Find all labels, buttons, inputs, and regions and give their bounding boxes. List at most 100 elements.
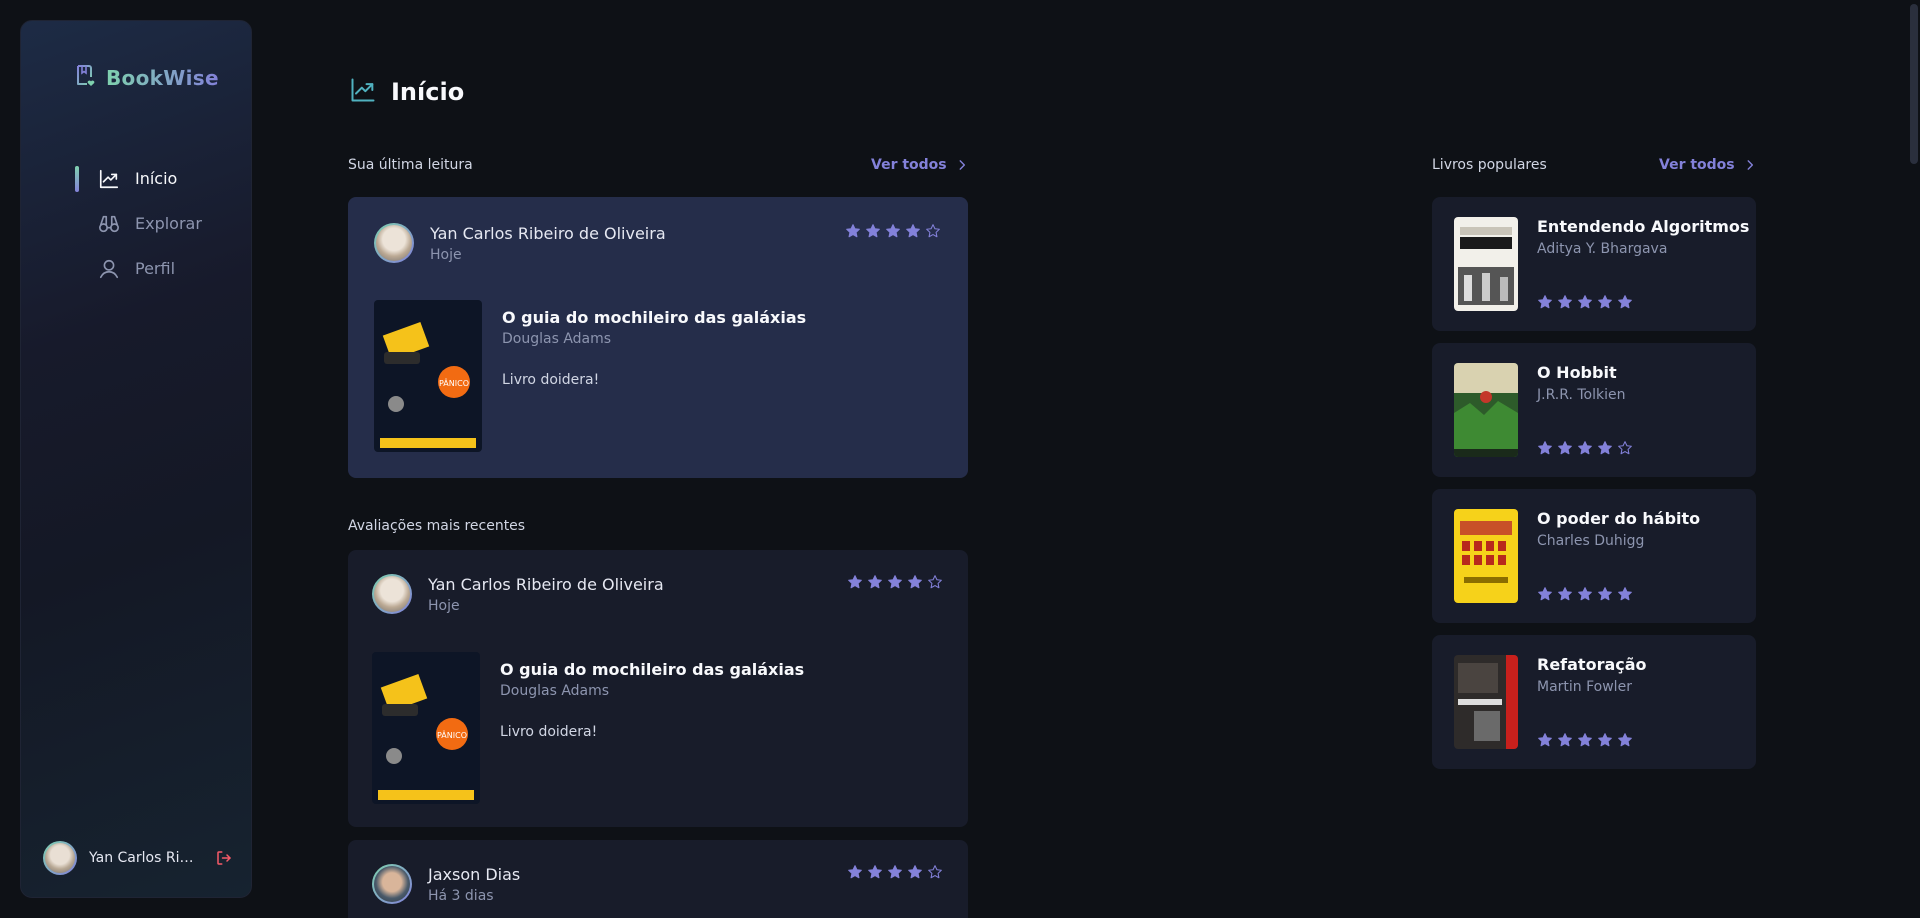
- logo[interactable]: BookWise: [74, 64, 219, 92]
- review-user-name: Yan Carlos Ribeiro de Oliveira: [428, 574, 664, 594]
- star-filled-icon: [1538, 295, 1552, 309]
- star-filled-icon: [848, 865, 862, 879]
- page-title: Início: [349, 76, 464, 108]
- star-filled-icon: [866, 224, 880, 238]
- star-filled-icon: [868, 865, 882, 879]
- review-card[interactable]: Yan Carlos Ribeiro de Oliveira Hoje PÂNI…: [348, 550, 968, 827]
- page-scrollbar[interactable]: [1908, 0, 1920, 918]
- star-filled-icon: [888, 575, 902, 589]
- star-filled-icon: [1578, 733, 1592, 747]
- book-cover-algoritmos: [1454, 217, 1518, 311]
- sidebar-item-inicio[interactable]: Início: [75, 156, 202, 201]
- rating-stars: [847, 574, 943, 590]
- star-filled-icon: [1618, 587, 1632, 601]
- sidebar-item-perfil[interactable]: Perfil: [75, 246, 202, 291]
- popular-book-card[interactable]: O poder do hábito Charles Duhigg: [1432, 489, 1756, 623]
- popular-books-label: Livros populares: [1432, 157, 1547, 173]
- svg-text:PÂNICO: PÂNICO: [439, 377, 469, 388]
- rating-stars: [1537, 732, 1633, 748]
- star-filled-icon: [886, 224, 900, 238]
- chart-line-up-icon: [349, 76, 377, 108]
- star-filled-icon: [1618, 733, 1632, 747]
- chevron-right-icon: [1747, 160, 1753, 170]
- star-filled-icon: [1598, 587, 1612, 601]
- rating-stars: [847, 864, 943, 880]
- last-read-see-all-link[interactable]: Ver todos: [871, 157, 969, 173]
- book-title: Refatoração: [1537, 655, 1647, 674]
- sidebar-item-explorar[interactable]: Explorar: [75, 201, 202, 246]
- star-filled-icon: [846, 224, 860, 238]
- star-filled-icon: [868, 575, 882, 589]
- star-filled-icon: [1538, 441, 1552, 455]
- chevron-right-icon: [959, 160, 965, 170]
- star-filled-icon: [1558, 295, 1572, 309]
- review-date: Hoje: [428, 597, 460, 614]
- see-all-label: Ver todos: [1659, 157, 1735, 173]
- book-author: Douglas Adams: [502, 331, 612, 347]
- avatar: [372, 864, 412, 904]
- sidebar: BookWise Início Explorar Perfil Yan Carl…: [20, 20, 252, 898]
- popular-book-card[interactable]: Entendendo Algoritmos Aditya Y. Bhargava: [1432, 197, 1756, 331]
- book-cover-poder-do-habito: [1454, 509, 1518, 603]
- book-title: O guia do mochileiro das galáxias: [502, 308, 807, 327]
- sidebar-user-name: Yan Carlos Ribeiro de Oliveira: [89, 850, 201, 866]
- review-header: Yan Carlos Ribeiro de Oliveira Hoje: [374, 223, 666, 263]
- scrollbar-thumb[interactable]: [1910, 4, 1918, 164]
- chart-line-up-icon: [97, 167, 121, 191]
- sidebar-item-label: Início: [135, 169, 178, 188]
- rating-stars: [1537, 440, 1633, 456]
- avatar: [374, 223, 414, 263]
- star-filled-icon: [1538, 587, 1552, 601]
- rating-stars: [1537, 586, 1633, 602]
- page-title-text: Início: [391, 78, 465, 106]
- star-filled-icon: [1558, 733, 1572, 747]
- logout-icon[interactable]: [215, 849, 233, 867]
- star-filled-icon: [1598, 733, 1612, 747]
- star-filled-icon: [1558, 587, 1572, 601]
- star-filled-icon: [1578, 587, 1592, 601]
- review-text: Livro doidera!: [502, 372, 600, 388]
- star-filled-icon: [1598, 295, 1612, 309]
- rating-stars: [845, 223, 941, 239]
- star-filled-icon: [908, 865, 922, 879]
- last-read-card[interactable]: Yan Carlos Ribeiro de Oliveira Hoje PÂNI…: [348, 197, 968, 478]
- sidebar-user[interactable]: Yan Carlos Ribeiro de Oliveira: [43, 841, 233, 875]
- popular-see-all-link[interactable]: Ver todos: [1659, 157, 1757, 173]
- star-filled-icon: [1618, 295, 1632, 309]
- review-book: PÂNICO O guia do mochileiro das galáxias…: [372, 652, 804, 804]
- sidebar-item-label: Explorar: [135, 214, 202, 233]
- svg-text:PÂNICO: PÂNICO: [437, 729, 467, 740]
- popular-book-card[interactable]: Refatoração Martin Fowler: [1432, 635, 1756, 769]
- avatar: [43, 841, 77, 875]
- review-header: Jaxson Dias Há 3 dias: [372, 864, 520, 904]
- book-cover-refatoracao: [1454, 655, 1518, 749]
- popular-book-card[interactable]: O Hobbit J.R.R. Tolkien: [1432, 343, 1756, 477]
- star-filled-icon: [1538, 733, 1552, 747]
- see-all-label: Ver todos: [871, 157, 947, 173]
- sidebar-nav: Início Explorar Perfil: [75, 156, 202, 291]
- review-user-name: Jaxson Dias: [428, 864, 521, 884]
- book-title: O guia do mochileiro das galáxias: [500, 660, 805, 679]
- star-empty-icon: [928, 575, 942, 589]
- book-author: J.R.R. Tolkien: [1537, 387, 1626, 403]
- star-filled-icon: [1558, 441, 1572, 455]
- star-filled-icon: [1578, 295, 1592, 309]
- rating-stars: [1537, 294, 1633, 310]
- user-icon: [97, 257, 121, 281]
- review-card[interactable]: Jaxson Dias Há 3 dias: [348, 840, 968, 918]
- book-title: Entendendo Algoritmos: [1537, 217, 1750, 236]
- book-author: Douglas Adams: [500, 683, 610, 699]
- avatar: [372, 574, 412, 614]
- book-author: Aditya Y. Bhargava: [1537, 241, 1668, 257]
- review-book: PÂNICO O guia do mochileiro das galáxias…: [374, 300, 806, 452]
- star-filled-icon: [908, 575, 922, 589]
- star-filled-icon: [906, 224, 920, 238]
- star-empty-icon: [1618, 441, 1632, 455]
- book-author: Martin Fowler: [1537, 679, 1632, 695]
- book-title: O poder do hábito: [1537, 509, 1701, 528]
- last-read-label: Sua última leitura: [348, 157, 473, 173]
- book-title: O Hobbit: [1537, 363, 1617, 382]
- app-name: BookWise: [106, 66, 219, 90]
- sidebar-item-label: Perfil: [135, 259, 176, 278]
- binoculars-icon: [97, 212, 121, 236]
